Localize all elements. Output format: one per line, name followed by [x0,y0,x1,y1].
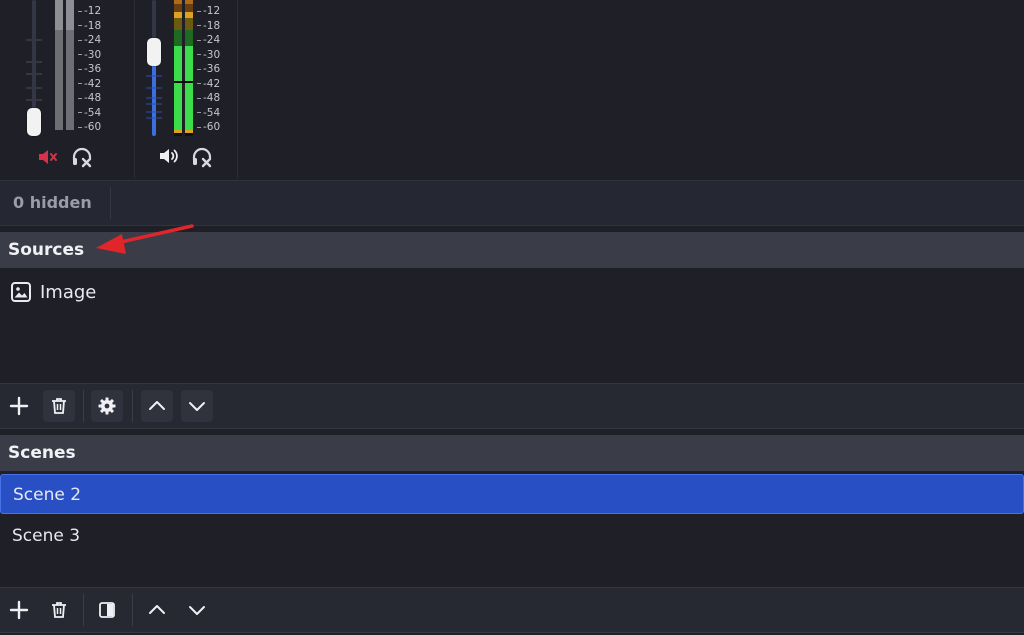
source-properties-button[interactable] [91,390,123,422]
db-tick: -60 [78,120,108,135]
toolbar-separator [132,594,133,626]
remove-scene-button[interactable] [43,594,75,626]
sources-toolbar [0,383,1024,429]
move-scene-up-button[interactable] [141,594,173,626]
hidden-channels-bar: 0 hidden [0,180,1024,226]
audio-mixer: -12 -18 -24 -30 -36 -42 -48 -54 -60 -12 … [0,0,1024,180]
hidden-channels-label[interactable]: 0 hidden [13,193,92,212]
db-tick: -12 [197,4,227,19]
move-source-up-button[interactable] [141,390,173,422]
source-item-image[interactable]: Image [10,278,96,306]
scenes-list: Scene 2 Scene 3 [0,472,1024,587]
db-tick: -42 [78,77,108,92]
speaker-muted-icon[interactable] [37,147,59,167]
chevron-down-icon [189,606,205,615]
db-tick: -54 [197,106,227,121]
audio-level-meter-right [185,0,193,136]
toolbar-separator [83,594,84,626]
divider [110,187,111,219]
chevron-down-icon [189,402,205,411]
db-tick: -42 [197,77,227,92]
db-tick: -18 [197,19,227,34]
trash-icon [52,602,66,618]
mixer-channel-2: -12 -18 -24 -30 -36 -42 -48 -54 -60 [134,0,238,178]
scenes-panel-header: Scenes [0,435,1024,471]
db-tick: -30 [78,48,108,63]
headphones-off-icon[interactable] [71,146,93,168]
db-tick: -12 [78,4,108,19]
scenes-toolbar [0,587,1024,633]
filter-icon [99,602,115,618]
add-icon [9,396,29,416]
db-tick: -30 [197,48,227,63]
audio-level-meter-left [55,0,63,130]
sources-panel-header: Sources [0,232,1024,268]
source-item-label: Image [40,281,97,303]
speaker-on-icon[interactable] [158,146,180,166]
mixer-channel-1: -12 -18 -24 -30 -36 -42 -48 -54 -60 [0,0,135,178]
headphones-off-icon[interactable] [191,146,213,168]
gear-icon [98,397,116,415]
sources-title: Sources [8,240,85,260]
scene-filters-button[interactable] [91,594,123,626]
peak-marker [174,81,193,83]
scene-item-scene-2[interactable]: Scene 2 [0,474,1024,514]
db-tick: -60 [197,120,227,135]
toolbar-separator [132,390,133,422]
add-source-button[interactable] [3,390,35,422]
db-tick: -36 [78,62,108,77]
chevron-up-icon [149,401,165,410]
volume-slider-handle[interactable] [147,38,161,66]
db-tick: -48 [197,91,227,106]
add-icon [9,600,29,620]
chevron-up-icon [149,605,165,614]
db-tick: -24 [78,33,108,48]
image-icon [10,281,32,303]
db-tick: -18 [78,19,108,34]
db-scale: -12 -18 -24 -30 -36 -42 -48 -54 -60 [197,4,227,135]
volume-slider-handle[interactable] [27,108,41,136]
move-scene-down-button[interactable] [181,594,213,626]
audio-level-meter-right [66,0,74,130]
scene-item-label: Scene 2 [13,485,82,505]
db-tick: -36 [197,62,227,77]
toolbar-separator [83,390,84,422]
trash-icon [52,398,66,414]
sources-list: Image [0,268,1024,383]
db-tick: -48 [78,91,108,106]
db-tick: -54 [78,106,108,121]
db-scale: -12 -18 -24 -30 -36 -42 -48 -54 -60 [78,4,108,135]
db-tick: -24 [197,33,227,48]
fader-scale-marks [146,75,162,119]
audio-level-meter-left [174,0,182,136]
move-source-down-button[interactable] [181,390,213,422]
scenes-title: Scenes [8,443,76,463]
scene-item-scene-3[interactable]: Scene 3 [0,516,1024,556]
scene-item-label: Scene 3 [12,526,81,546]
add-scene-button[interactable] [3,594,35,626]
remove-source-button[interactable] [43,390,75,422]
